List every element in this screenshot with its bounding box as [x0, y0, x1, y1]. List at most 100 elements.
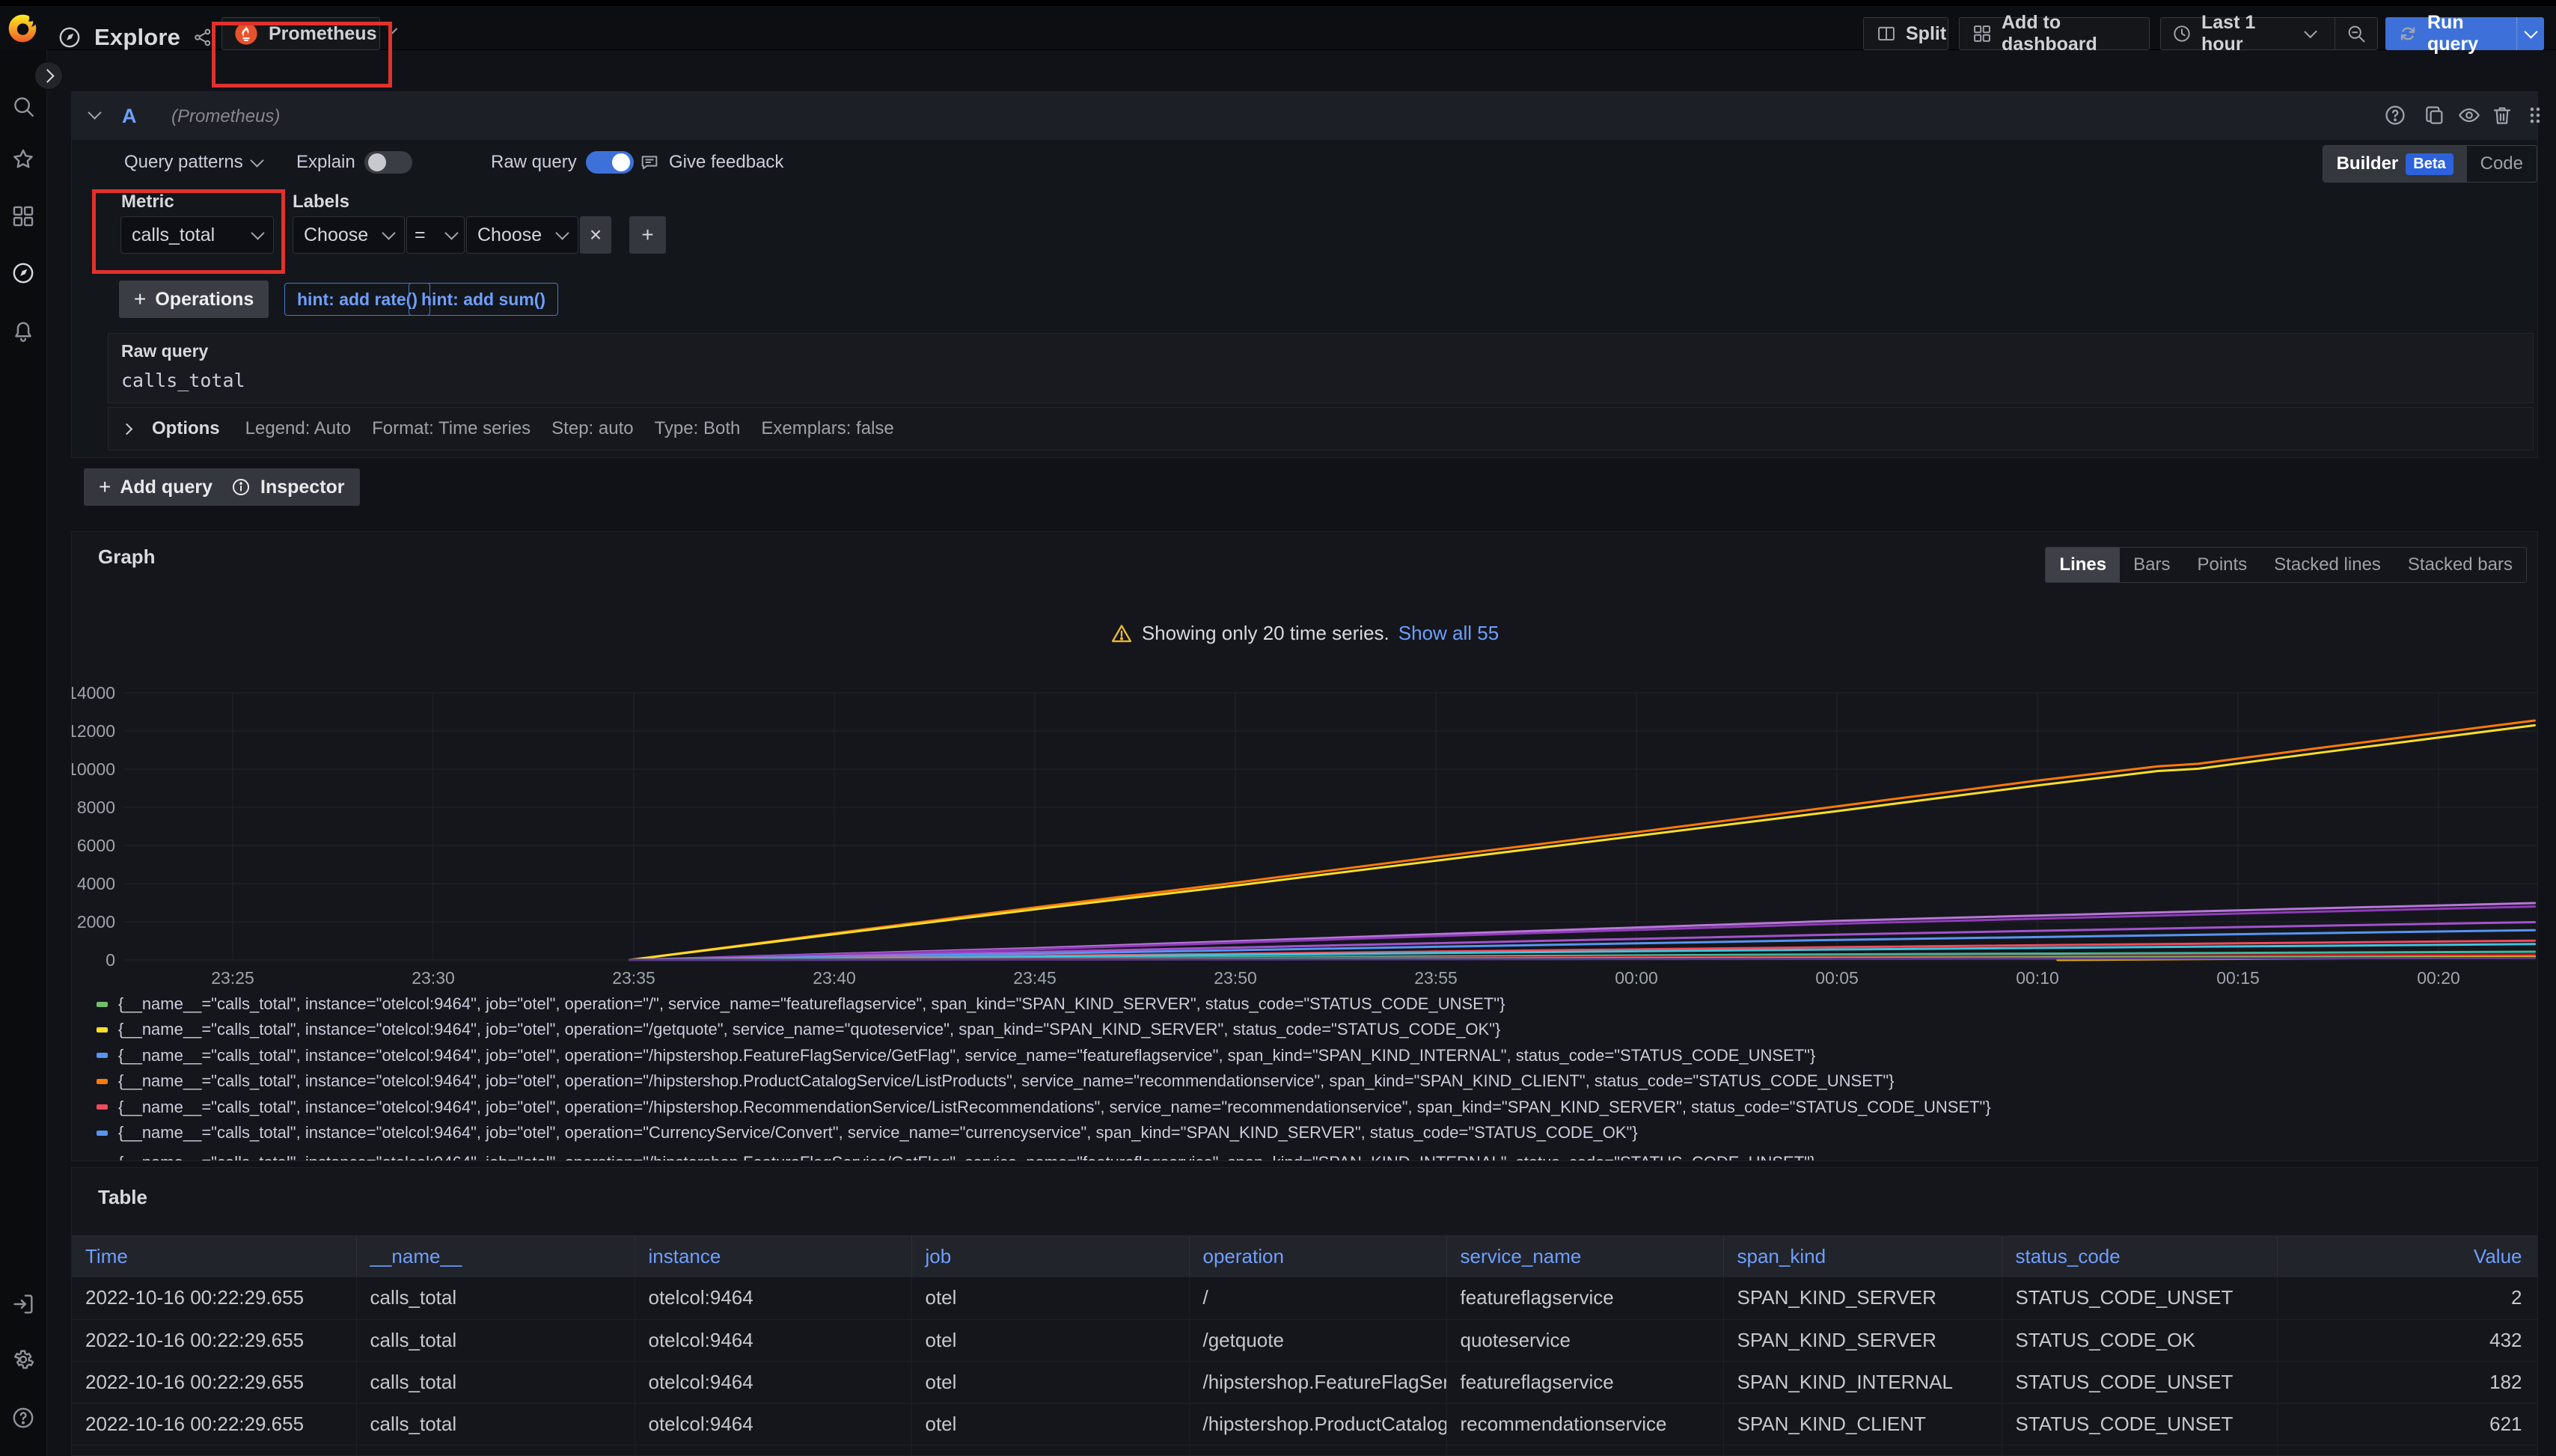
- remove-label-button[interactable]: ×: [580, 216, 611, 254]
- star-icon[interactable]: [10, 147, 36, 172]
- split-button[interactable]: Split: [1863, 17, 1948, 50]
- add-to-dashboard-button[interactable]: Add to dashboard: [1959, 17, 2150, 50]
- share-icon[interactable]: [192, 27, 213, 48]
- chevron-right-icon: [121, 423, 133, 435]
- svg-text:23:40: 23:40: [813, 968, 856, 988]
- time-range-picker[interactable]: Last 1 hour: [2161, 18, 2326, 49]
- explore-compass-icon[interactable]: [10, 260, 36, 286]
- query-ref-id[interactable]: A: [122, 105, 137, 128]
- graph-mode-bars[interactable]: Bars: [2120, 548, 2183, 582]
- settings-gear-icon[interactable]: [10, 1347, 36, 1372]
- graph-mode-lines[interactable]: Lines: [2046, 548, 2120, 582]
- run-query-split-button: Run query: [2385, 17, 2544, 50]
- add-query-button[interactable]: + Add query: [84, 468, 227, 506]
- label-operator-value: =: [415, 224, 426, 246]
- table-cell: otel: [911, 1361, 1189, 1403]
- code-label: Code: [2480, 153, 2523, 174]
- table-cell: 182: [2277, 1361, 2538, 1403]
- table-cell: 2022-10-16 00:22:29.655: [72, 1403, 356, 1445]
- column-header-Time[interactable]: Time: [72, 1235, 356, 1277]
- zoom-out-button[interactable]: [2335, 18, 2377, 49]
- legend-item[interactable]: {__name__="calls_total", instance="otelc…: [97, 1096, 1991, 1119]
- option-summary-item: Legend: Auto: [245, 418, 351, 439]
- run-query-button[interactable]: Run query: [2385, 17, 2507, 50]
- svg-text:2000: 2000: [77, 912, 115, 932]
- table-cell: STATUS_CODE_UNSET: [2002, 1445, 2277, 1456]
- query-row-header: A (Prometheus): [72, 92, 2537, 140]
- graph-mode-points[interactable]: Points: [2183, 548, 2260, 582]
- sidebar-expand-button[interactable]: [34, 61, 63, 90]
- column-header-servicename[interactable]: service_name: [1446, 1235, 1723, 1277]
- search-icon[interactable]: [10, 94, 36, 119]
- column-header-job[interactable]: job: [911, 1235, 1189, 1277]
- alerting-bell-icon[interactable]: [10, 319, 36, 344]
- warning-text: Showing only 20 time series.: [1142, 622, 1389, 645]
- remove-query-trash-icon[interactable]: [2490, 103, 2514, 127]
- run-query-dropdown[interactable]: [2516, 17, 2544, 50]
- builder-tab[interactable]: Builder Beta: [2323, 146, 2467, 182]
- column-header-name[interactable]: __name__: [356, 1235, 635, 1277]
- table-cell: featureflagservice: [1446, 1361, 1723, 1403]
- svg-text:23:25: 23:25: [211, 968, 254, 988]
- sign-in-icon[interactable]: [10, 1291, 36, 1317]
- duplicate-query-icon[interactable]: [2423, 103, 2447, 127]
- table-cell: calls_total: [356, 1319, 635, 1361]
- legend-item[interactable]: {__name__="calls_total", instance="otelc…: [97, 1070, 1895, 1092]
- svg-text:00:15: 00:15: [2216, 968, 2260, 988]
- legend-marker: [97, 1002, 108, 1007]
- time-series-chart[interactable]: 0200040006000800010000120001400023:2523:…: [72, 673, 2538, 996]
- raw-query-toggle[interactable]: [586, 151, 634, 174]
- svg-text:00:10: 00:10: [2016, 968, 2059, 988]
- graph-mode-stacked-bars[interactable]: Stacked bars: [2394, 548, 2526, 582]
- annotation-box-datasource: [212, 22, 392, 88]
- column-header-statuscode[interactable]: status_code: [2002, 1235, 2277, 1277]
- query-hint-button[interactable]: hint: add sum(): [409, 283, 558, 316]
- raw-query-title: Raw query: [121, 341, 208, 361]
- graph-mode-stacked-lines[interactable]: Stacked lines: [2260, 548, 2394, 582]
- table-cell: 2: [2277, 1277, 2538, 1319]
- option-summary-item: Type: Both: [655, 418, 741, 439]
- hide-response-eye-icon[interactable]: [2457, 103, 2481, 127]
- grafana-logo[interactable]: [6, 12, 39, 45]
- table-panel-title: Table: [98, 1186, 147, 1209]
- add-label-button[interactable]: +: [629, 216, 666, 254]
- explain-toggle[interactable]: [364, 151, 412, 174]
- give-feedback-button[interactable]: Give feedback: [639, 146, 783, 179]
- builder-label: Builder: [2337, 153, 2399, 174]
- show-all-series-link[interactable]: Show all 55: [1398, 622, 1499, 645]
- query-options-row[interactable]: Options Legend: AutoFormat: Time seriesS…: [108, 407, 2534, 450]
- dashboards-icon[interactable]: [10, 204, 36, 229]
- table-row: 2022-10-16 00:22:29.655calls_totalotelco…: [72, 1277, 2538, 1319]
- column-header-spankind[interactable]: span_kind: [1723, 1235, 2002, 1277]
- column-header-instance[interactable]: instance: [635, 1235, 911, 1277]
- label-name-select[interactable]: Choose: [293, 216, 405, 254]
- drag-handle-icon[interactable]: [2523, 103, 2547, 127]
- code-tab[interactable]: Code: [2467, 146, 2537, 182]
- legend-item[interactable]: {__name__="calls_total", instance="otelc…: [97, 1122, 1638, 1144]
- label-value-value: Choose: [477, 224, 542, 246]
- legend-item[interactable]: {__name__="calls_total", instance="otelc…: [97, 1018, 1500, 1041]
- column-header-Value[interactable]: Value: [2277, 1235, 2538, 1277]
- legend-item[interactable]: {__name__="calls_total", instance="otelc…: [97, 1044, 1815, 1067]
- query-help-icon[interactable]: [2383, 103, 2407, 127]
- help-icon[interactable]: [10, 1405, 36, 1431]
- options-summary: Legend: AutoFormat: Time seriesStep: aut…: [245, 418, 894, 439]
- label-operator-select[interactable]: =: [406, 216, 465, 254]
- collapse-chevron-icon[interactable]: [88, 105, 101, 119]
- svg-text:4000: 4000: [77, 874, 115, 893]
- query-patterns-dropdown[interactable]: Query patterns: [124, 146, 262, 179]
- inspector-button[interactable]: Inspector: [215, 468, 360, 506]
- warning-triangle-icon: [1110, 623, 1133, 645]
- legend-marker: [97, 1104, 108, 1110]
- table-cell: 621: [2277, 1403, 2538, 1445]
- add-operation-button[interactable]: + Operations: [119, 281, 269, 318]
- top-strip: [0, 0, 2556, 6]
- table-panel: Table Time__name__instancejoboperationse…: [71, 1167, 2538, 1456]
- legend-item[interactable]: {__name__="calls_total", instance="otelc…: [97, 993, 1505, 1015]
- table-header-row: Time__name__instancejoboperationservice_…: [72, 1235, 2538, 1277]
- column-header-operation[interactable]: operation: [1189, 1235, 1446, 1277]
- table-cell: /: [1189, 1277, 1446, 1319]
- chevron-down-icon: [2524, 25, 2537, 38]
- table-cell: /getquote: [1189, 1319, 1446, 1361]
- label-value-select[interactable]: Choose: [466, 216, 578, 254]
